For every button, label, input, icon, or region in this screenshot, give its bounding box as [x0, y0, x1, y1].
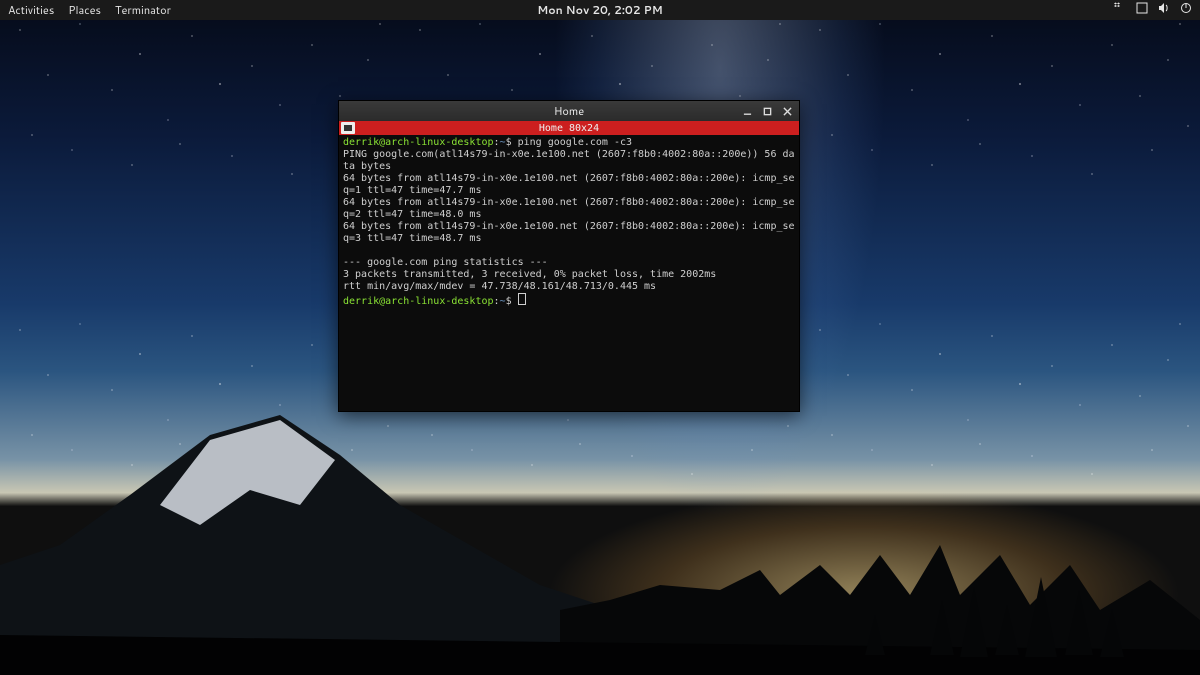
terminal-body[interactable]: derrik@arch-linux-desktop:~$ ping google…: [339, 135, 799, 411]
activities-button[interactable]: Activities: [8, 2, 54, 18]
terminal-output-line: PING google.com(atl14s79-in-x0e.1e100.ne…: [343, 149, 795, 173]
terminator-tabbar: Home 80x24: [339, 121, 799, 135]
dropbox-icon[interactable]: [1114, 2, 1126, 18]
power-icon[interactable]: [1180, 2, 1192, 18]
window-title: Home: [554, 103, 584, 119]
focused-app-menu[interactable]: Terminator: [115, 2, 171, 18]
panel-clock[interactable]: Mon Nov 20, 2:02 PM: [537, 2, 662, 18]
window-close-button[interactable]: [779, 104, 795, 118]
system-tray: [1114, 2, 1192, 18]
window-minimize-button[interactable]: [739, 104, 755, 118]
terminal-command: ping google.com -c3: [518, 137, 632, 148]
terminal-output-line: --- google.com ping statistics ---: [343, 257, 795, 269]
volume-icon[interactable]: [1158, 2, 1170, 18]
terminal-output-line: [343, 245, 795, 257]
terminator-window: Home Home 80x24 derrik@arch-linux-deskto…: [338, 100, 800, 412]
tray-square-icon[interactable]: [1136, 2, 1148, 18]
window-maximize-button[interactable]: [759, 104, 775, 118]
terminal-tab-icon[interactable]: [341, 122, 355, 134]
terminal-output-line: 64 bytes from atl14s79-in-x0e.1e100.net …: [343, 173, 795, 197]
window-titlebar[interactable]: Home: [339, 101, 799, 121]
terminal-tab-title: Home 80x24: [539, 123, 599, 134]
terminal-output-line: 64 bytes from atl14s79-in-x0e.1e100.net …: [343, 197, 795, 221]
wallpaper-foreground: [0, 395, 1200, 675]
terminal-output-line: 3 packets transmitted, 3 received, 0% pa…: [343, 269, 795, 281]
places-menu[interactable]: Places: [68, 2, 101, 18]
terminal-output-line: rtt min/avg/max/mdev = 47.738/48.161/48.…: [343, 281, 795, 293]
gnome-top-panel: Activities Places Terminator Mon Nov 20,…: [0, 0, 1200, 20]
terminal-cursor: [518, 293, 526, 305]
terminal-output-line: 64 bytes from atl14s79-in-x0e.1e100.net …: [343, 221, 795, 245]
